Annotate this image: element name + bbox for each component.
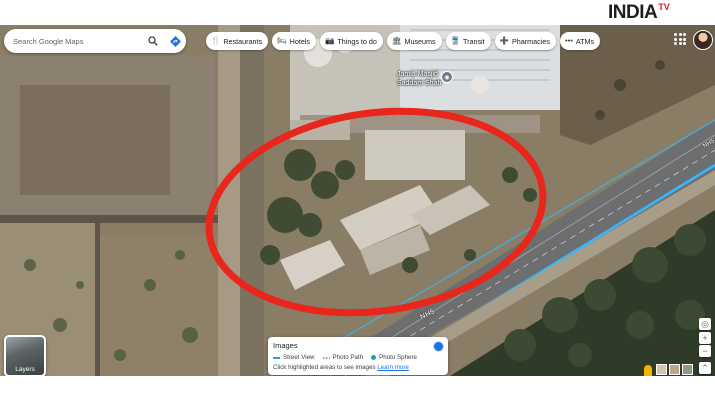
imagery-thumbnails[interactable] bbox=[656, 364, 693, 375]
camera-icon: 📷 bbox=[325, 36, 335, 46]
mosque-pin-icon[interactable]: ◉ bbox=[441, 71, 453, 83]
pharmacy-icon: ➕ bbox=[499, 36, 509, 46]
logo-text: INDIA bbox=[608, 2, 658, 23]
place-label-line2: Saddam Shah bbox=[397, 79, 442, 87]
chip-hotels[interactable]: 🛏 Hotels bbox=[272, 32, 317, 50]
restaurant-icon: 🍴 bbox=[211, 36, 221, 46]
legend-street-view: Street View bbox=[273, 354, 315, 361]
place-label[interactable]: Jamia Masjid Saddam Shah bbox=[397, 71, 441, 88]
legend-photo-path: Photo Path bbox=[322, 354, 363, 361]
transit-icon: 🚆 bbox=[450, 36, 460, 46]
images-legend: Street View Photo Path Photo Sphere bbox=[273, 354, 417, 361]
my-location-icon[interactable]: ◎ bbox=[699, 318, 711, 330]
images-panel-title: Images bbox=[273, 341, 298, 350]
zoom-out-button[interactable]: − bbox=[699, 345, 711, 357]
chip-museums[interactable]: 🏛 Museums bbox=[386, 32, 442, 50]
satellite-imagery bbox=[0, 25, 715, 376]
legend-photo-sphere: Photo Sphere bbox=[371, 354, 417, 361]
place-label-line1: Jamia Masjid bbox=[397, 71, 438, 78]
apps-grid-icon[interactable] bbox=[674, 33, 686, 45]
hotel-icon: 🛏 bbox=[277, 36, 287, 46]
logo-suffix: TV bbox=[658, 2, 670, 12]
zoom-in-button[interactable]: + bbox=[699, 332, 711, 344]
pegman-icon[interactable] bbox=[644, 365, 652, 376]
directions-icon[interactable] bbox=[164, 29, 186, 53]
chip-transit[interactable]: 🚆 Transit bbox=[445, 32, 491, 50]
atm-icon: ••• bbox=[564, 36, 573, 46]
museum-icon: 🏛 bbox=[391, 36, 402, 46]
learn-more-link[interactable]: Learn more bbox=[377, 364, 409, 371]
category-chips: 🍴 Restaurants 🛏 Hotels 📷 Things to do 🏛 Muse… bbox=[206, 32, 601, 50]
satellite-map[interactable]: Jamia Masjid Saddam Shah ◉ NH5 NH5 Searc… bbox=[0, 25, 715, 376]
screenshot: INDIA TV Jamia Masjid Saddam Shah ◉ NH5 … bbox=[0, 0, 715, 402]
chip-restaurants[interactable]: 🍴 Restaurants bbox=[206, 32, 269, 50]
expand-icon[interactable]: ⌃ bbox=[699, 362, 711, 374]
chip-pharmacies[interactable]: ➕ Pharmacies bbox=[494, 32, 556, 50]
layers-label: Layers bbox=[15, 366, 35, 373]
images-hint: Click highlighted areas to see images Le… bbox=[273, 364, 409, 371]
search-icon[interactable] bbox=[142, 29, 164, 53]
images-toggle[interactable] bbox=[433, 341, 444, 352]
layers-button[interactable]: Layers bbox=[4, 335, 46, 376]
chip-things-to-do[interactable]: 📷 Things to do bbox=[320, 32, 383, 50]
indiatv-logo: INDIA TV bbox=[608, 2, 670, 24]
images-panel: Images Street View Photo Path Photo Sphe… bbox=[268, 337, 448, 375]
chip-atms[interactable]: ••• ATMs bbox=[559, 32, 601, 50]
search-box[interactable]: Search Google Maps bbox=[4, 29, 186, 53]
avatar[interactable] bbox=[693, 30, 713, 50]
search-input[interactable]: Search Google Maps bbox=[4, 37, 142, 46]
